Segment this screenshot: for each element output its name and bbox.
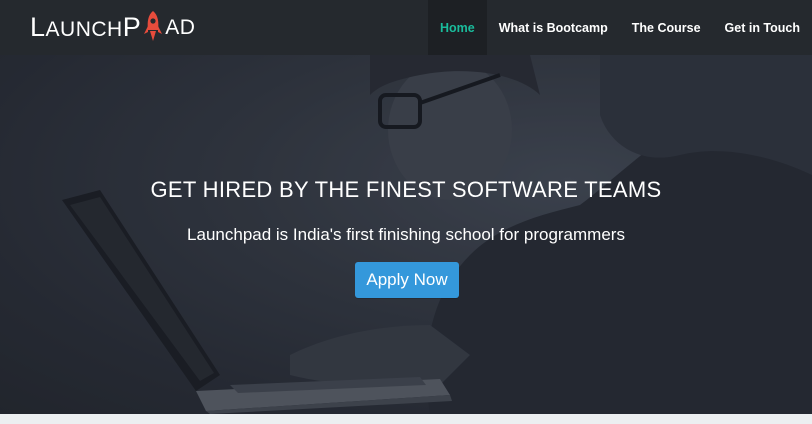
brand-letter-l: L: [30, 11, 46, 42]
nav-item-get-in-touch[interactable]: Get in Touch: [713, 0, 812, 55]
hero-section: GET HIRED BY THE FINEST SOFTWARE TEAMS L…: [0, 55, 812, 414]
brand-letters-ad: AD: [165, 16, 196, 39]
brand-letters-aunch: AUNCH: [45, 17, 123, 41]
rocket-icon: [144, 11, 163, 41]
nav-item-what-is-bootcamp[interactable]: What is Bootcamp: [487, 0, 620, 55]
apply-now-button[interactable]: Apply Now: [355, 262, 459, 298]
hero-subheadline: Launchpad is India's first finishing sch…: [187, 225, 625, 244]
page-bottom-strip: [0, 414, 812, 424]
nav-item-the-course[interactable]: The Course: [620, 0, 713, 55]
navbar: LAUNCHP AD Home What is Bootcamp The Cou…: [0, 0, 812, 55]
nav-item-home[interactable]: Home: [427, 0, 487, 55]
main-nav: Home What is Bootcamp The Course Get in …: [427, 0, 812, 55]
hero-headline: GET HIRED BY THE FINEST SOFTWARE TEAMS: [150, 177, 662, 202]
brand-logo[interactable]: LAUNCHP AD: [30, 11, 196, 46]
brand-letter-p: P: [122, 11, 142, 42]
brand-text-launch: LAUNCHP: [30, 11, 141, 46]
